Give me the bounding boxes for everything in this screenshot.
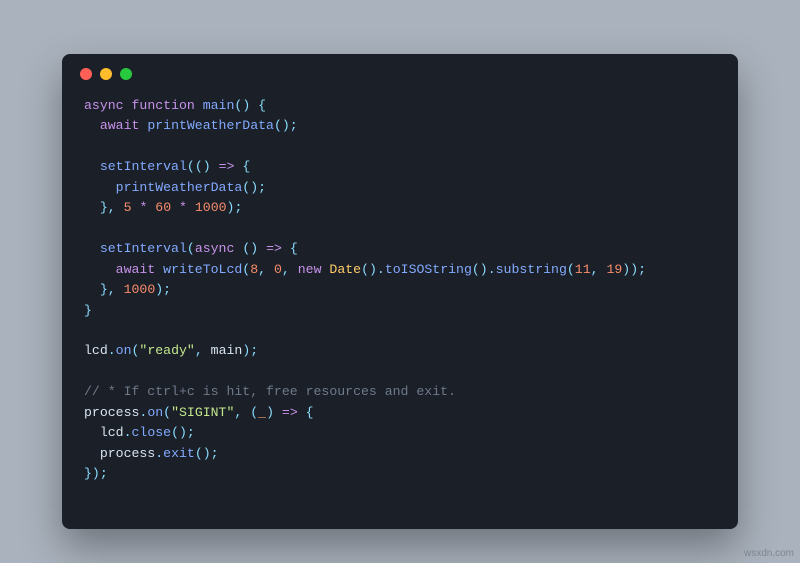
close-icon[interactable] [80,68,92,80]
code-line: process.exit(); [84,446,219,461]
zoom-icon[interactable] [120,68,132,80]
code-line: // * If ctrl+c is hit, free resources an… [84,384,456,399]
code-block: async function main() { await printWeath… [62,86,738,507]
code-line: lcd.close(); [84,425,195,440]
code-line: printWeatherData(); [84,180,266,195]
code-line: }); [84,466,108,481]
code-line: await printWeatherData(); [84,118,298,133]
code-line: }, 5 * 60 * 1000); [84,200,242,215]
code-line: await writeToLcd(8, 0, new Date().toISOS… [84,262,646,277]
code-line: setInterval(() => { [84,159,250,174]
code-line: }, 1000); [84,282,171,297]
code-line: async function main() { [84,98,266,113]
titlebar [62,54,738,86]
code-line: lcd.on("ready", main); [84,343,258,358]
watermark: wsxdn.com [744,548,794,559]
minimize-icon[interactable] [100,68,112,80]
code-line: setInterval(async () => { [84,241,298,256]
code-window: async function main() { await printWeath… [62,54,738,529]
code-line: process.on("SIGINT", (_) => { [84,405,314,420]
code-line: } [84,303,92,318]
